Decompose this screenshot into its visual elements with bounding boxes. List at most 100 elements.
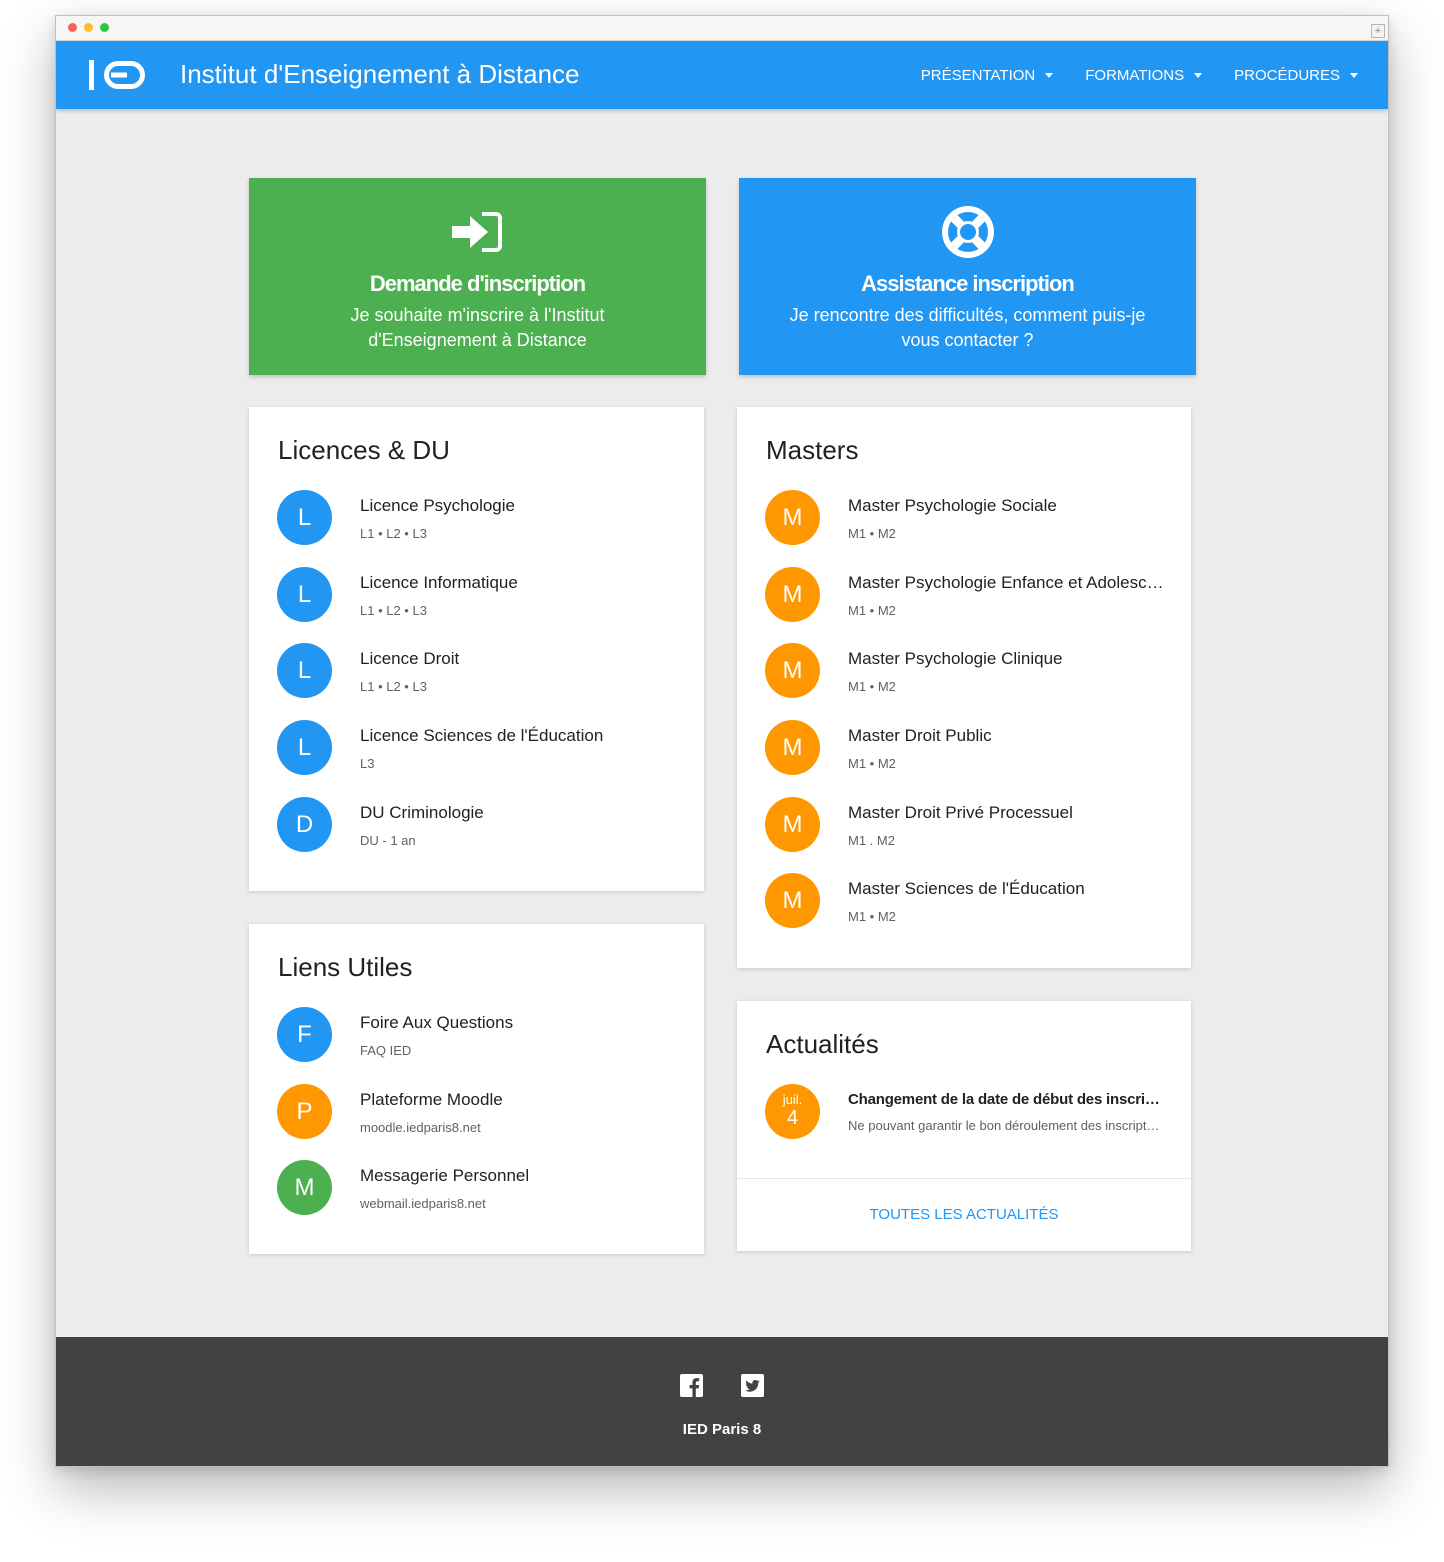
item-subtitle: M1 • M2 bbox=[848, 526, 896, 541]
avatar: F bbox=[277, 1007, 332, 1062]
licences-title: Licences & DU bbox=[278, 435, 450, 465]
close-window-button[interactable] bbox=[68, 23, 77, 32]
avatar: M bbox=[765, 643, 820, 699]
caret-down-icon bbox=[1350, 72, 1358, 78]
item-subtitle: moodle.iedparis8.net bbox=[360, 1119, 481, 1135]
footer: IED Paris 8 bbox=[56, 1337, 1388, 1466]
life-ring-icon bbox=[941, 206, 994, 258]
avatar: L bbox=[277, 720, 332, 776]
list-item[interactable]: L Licence Psychologie L1 • L2 • L3 bbox=[277, 490, 684, 567]
minimize-window-button[interactable] bbox=[84, 23, 93, 32]
cta-register-title: Demande d'inscription bbox=[369, 271, 586, 296]
item-title: Master Droit Public bbox=[848, 726, 992, 746]
sign-in-icon bbox=[451, 212, 502, 252]
list-item[interactable]: D DU Criminologie DU - 1 an bbox=[277, 796, 684, 874]
all-news-button[interactable]: TOUTES LES ACTUALITÉS bbox=[737, 1206, 1191, 1223]
cta-support-description: Je rencontre des difficultés, comment pu… bbox=[789, 305, 1146, 350]
item-subtitle: M1 • M2 bbox=[848, 909, 896, 925]
useful-links-title: Liens Utiles bbox=[278, 952, 413, 982]
item-subtitle: FAQ IED bbox=[360, 1043, 412, 1058]
footer-text: IED Paris 8 bbox=[682, 1421, 762, 1438]
news-date-badge: juil. 4 bbox=[765, 1084, 820, 1139]
top-navbar: Institut d'Enseignement à Distance PRÉSE… bbox=[56, 41, 1388, 109]
list-item[interactable]: F Foire Aux Questions FAQ IED bbox=[277, 1007, 684, 1084]
avatar: L bbox=[277, 490, 332, 545]
avatar: M bbox=[765, 796, 820, 852]
avatar: L bbox=[277, 643, 332, 699]
nav-presentation[interactable]: PRÉSENTATION bbox=[920, 66, 1054, 84]
registration-request-button[interactable]: Demande d'inscription Je souhaite m'insc… bbox=[249, 178, 706, 375]
nav-presentation-label: PRÉSENTATION bbox=[920, 66, 1036, 84]
list-item[interactable]: M Master Psychologie Clinique M1 • M2 bbox=[765, 643, 1171, 720]
list-item[interactable]: M Master Droit Privé Processuel M1 . M2 bbox=[765, 796, 1171, 874]
twitter-icon[interactable] bbox=[741, 1374, 764, 1397]
news-date-day: 4 bbox=[786, 1107, 799, 1129]
news-card: Actualités juil. 4 Changement de la date… bbox=[737, 1001, 1191, 1251]
item-subtitle: DU - 1 an bbox=[360, 832, 416, 848]
item-subtitle: L1 • L2 • L3 bbox=[360, 526, 427, 541]
expand-icon[interactable]: + bbox=[1371, 24, 1385, 38]
nav-procedures-label: PROCÉDURES bbox=[1234, 66, 1340, 84]
divider bbox=[737, 1178, 1191, 1179]
window-titlebar: + bbox=[56, 16, 1388, 41]
caret-down-icon bbox=[1045, 72, 1054, 78]
avatar: M bbox=[277, 1160, 332, 1216]
masters-list: M Master Psychologie Sociale M1 • M2 M M… bbox=[765, 490, 1171, 950]
registration-assistance-button[interactable]: Assistance inscription Je rencontre des … bbox=[739, 178, 1196, 375]
item-title: Plateforme Moodle bbox=[360, 1089, 503, 1109]
main-nav: PRÉSENTATION FORMATIONS PROCÉDURES bbox=[889, 41, 1358, 109]
news-item-snippet: Ne pouvant garantir le bon déroulement d… bbox=[848, 1118, 1161, 1133]
useful-links-card: Liens Utiles F Foire Aux Questions FAQ I… bbox=[249, 924, 704, 1254]
facebook-icon[interactable] bbox=[680, 1374, 703, 1397]
list-item[interactable]: M Master Psychologie Enfance et Adolesce… bbox=[765, 566, 1171, 644]
news-date-month: juil. bbox=[782, 1092, 803, 1107]
list-item[interactable]: M Messagerie Personnel webmail.iedparis8… bbox=[277, 1160, 684, 1237]
list-item[interactable]: P Plateforme Moodle moodle.iedparis8.net bbox=[277, 1083, 684, 1161]
cta-support-title: Assistance inscription bbox=[861, 271, 1075, 296]
item-subtitle: M1 . M2 bbox=[848, 832, 895, 848]
list-item[interactable]: M Master Sciences de l'Éducation M1 • M2 bbox=[765, 873, 1171, 950]
item-subtitle: M1 • M2 bbox=[848, 679, 896, 695]
ied-logo[interactable] bbox=[87, 57, 149, 93]
list-item[interactable]: M Master Psychologie Sociale M1 • M2 bbox=[765, 490, 1171, 567]
avatar: M bbox=[765, 566, 820, 622]
avatar: P bbox=[277, 1083, 332, 1139]
list-item[interactable]: L Licence Sciences de l'Éducation L3 bbox=[277, 720, 684, 797]
avatar: M bbox=[765, 873, 820, 929]
avatar: L bbox=[277, 566, 332, 622]
item-title: Master Droit Privé Processuel bbox=[848, 802, 1073, 822]
item-subtitle: L1 • L2 • L3 bbox=[360, 679, 427, 695]
item-title: Licence Droit bbox=[360, 649, 460, 669]
item-subtitle: L1 • L2 • L3 bbox=[360, 602, 427, 618]
item-title: Foire Aux Questions bbox=[360, 1013, 514, 1032]
avatar: M bbox=[765, 490, 820, 545]
useful-links-list: F Foire Aux Questions FAQ IED P Platefor… bbox=[277, 1007, 684, 1237]
avatar: M bbox=[765, 720, 820, 776]
avatar: D bbox=[277, 796, 332, 852]
list-item[interactable]: L Licence Informatique L1 • L2 • L3 bbox=[277, 566, 684, 644]
maximize-window-button[interactable] bbox=[100, 23, 109, 32]
item-title: DU Criminologie bbox=[360, 802, 484, 822]
list-item[interactable]: L Licence Droit L1 • L2 • L3 bbox=[277, 643, 684, 720]
licences-card: Licences & DU L Licence Psychologie L1 •… bbox=[249, 407, 704, 891]
item-title: Messagerie Personnel bbox=[360, 1166, 530, 1186]
cta-register-description: Je souhaite m'inscrire à l'Institut d'En… bbox=[350, 305, 605, 350]
item-title: Master Psychologie Clinique bbox=[848, 649, 1063, 669]
item-subtitle: M1 • M2 bbox=[848, 756, 896, 772]
item-title: Licence Psychologie bbox=[360, 496, 515, 515]
item-title: Master Sciences de l'Éducation bbox=[848, 879, 1085, 899]
site-title[interactable]: Institut d'Enseignement à Distance bbox=[180, 58, 580, 90]
item-title: Licence Sciences de l'Éducation bbox=[360, 726, 604, 746]
item-subtitle: M1 • M2 bbox=[848, 602, 896, 618]
item-subtitle: webmail.iedparis8.net bbox=[360, 1196, 486, 1212]
item-subtitle: L3 bbox=[360, 756, 375, 772]
browser-window: + Institut d'Enseignement à Distance PRÉ… bbox=[55, 15, 1389, 1467]
masters-card: Masters M Master Psychologie Sociale M1 … bbox=[737, 407, 1191, 968]
nav-formations[interactable]: FORMATIONS bbox=[1085, 67, 1203, 84]
item-title: Master Psychologie Sociale bbox=[848, 496, 1057, 515]
item-title: Licence Informatique bbox=[360, 572, 518, 592]
item-title: Master Psychologie Enfance et Adolescenc… bbox=[848, 572, 1171, 592]
masters-title: Masters bbox=[766, 435, 859, 465]
list-item[interactable]: M Master Droit Public M1 • M2 bbox=[765, 720, 1171, 797]
nav-procedures[interactable]: PROCÉDURES bbox=[1234, 67, 1358, 84]
